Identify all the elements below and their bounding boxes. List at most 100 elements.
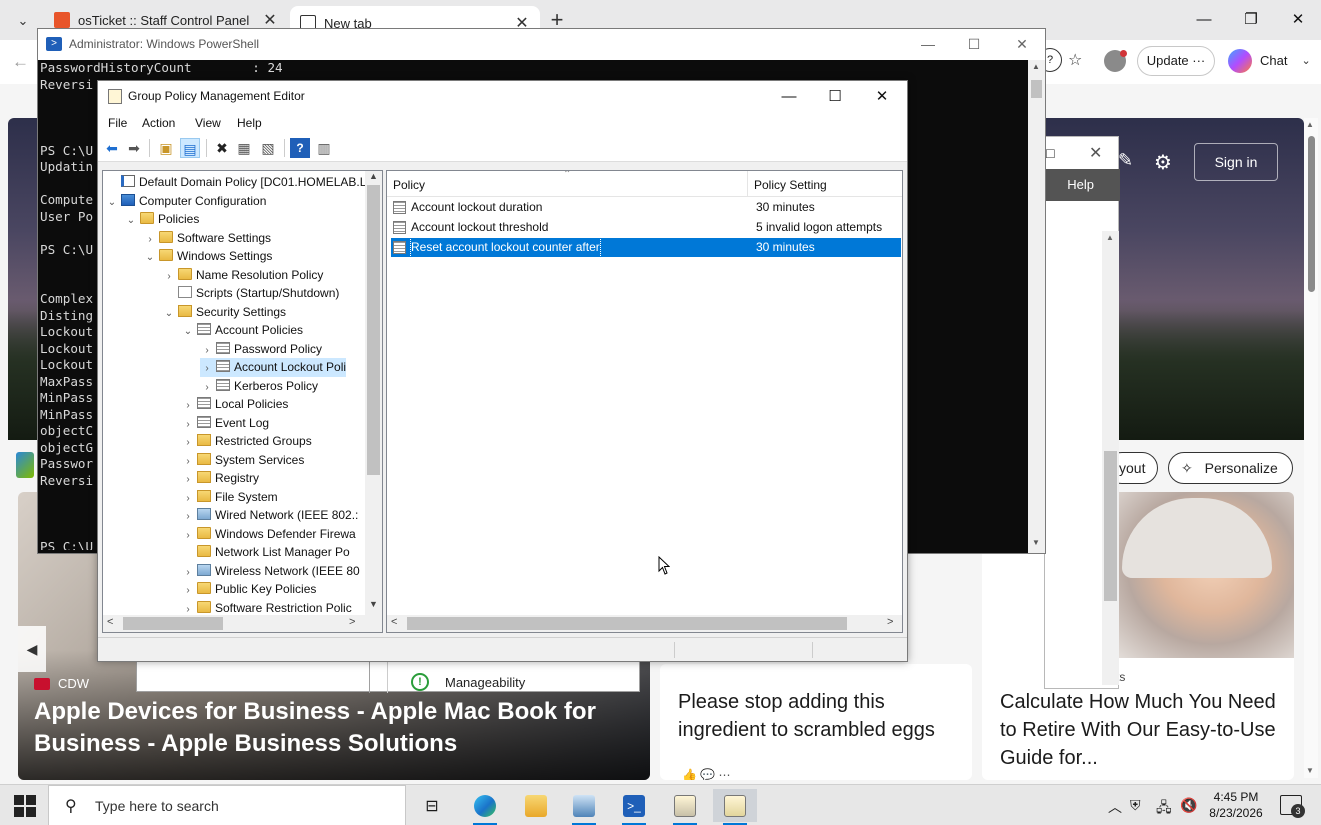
scroll-right-icon[interactable]: > [349,616,355,628]
menu-view[interactable]: View [195,116,221,130]
show-hidden-icons-chevron-icon[interactable]: ︿ [1108,797,1122,817]
scroll-up-icon[interactable]: ▲ [1032,62,1040,71]
expand-chevron-icon[interactable]: › [181,453,195,471]
back-arrow-icon[interactable]: ← [12,52,29,72]
properties-icon[interactable]: ▦ [234,138,254,158]
tree-node[interactable]: › Password Policy [200,340,322,359]
scroll-down-icon[interactable]: ▼ [1032,538,1040,547]
security-tray-icon[interactable]: ⛨ [1130,797,1141,814]
tree-node[interactable]: › Name Resolution Policy [162,266,323,285]
tree-node[interactable]: › Event Log [181,414,269,433]
group-policy-management-icon[interactable] [663,789,707,825]
browser-minimize-button[interactable]: — [1181,6,1227,34]
delete-icon[interactable]: ✖ [212,138,232,158]
task-view-icon[interactable]: ⊟ [410,789,454,822]
tree-node[interactable]: › Software Settings [143,229,271,248]
show-hide-tree-icon[interactable]: ▤ [180,138,200,158]
up-one-level-icon[interactable]: ▣ [156,138,176,158]
expand-chevron-icon[interactable]: › [181,582,195,600]
tree-node[interactable]: › Account Lockout Poli [200,358,347,378]
copilot-chat-button[interactable]: Chat ⌄ [1224,46,1319,76]
page-scrollbar[interactable]: ▲ ▼ [1304,118,1318,778]
maximize-button[interactable]: ☐ [812,84,858,110]
notification-center-icon[interactable]: 3 [1280,795,1305,818]
tree-node[interactable]: › Restricted Groups [181,432,312,451]
powershell-taskbar-icon[interactable]: >_ [612,789,656,825]
tree-node[interactable]: › Local Policies [181,395,288,414]
column-header-policy[interactable]: Policy [393,178,425,192]
help-icon[interactable]: ? [290,138,310,158]
collapse-chevron-icon[interactable]: ⌄ [143,249,157,267]
action-pane-icon[interactable]: ▥ [314,138,334,158]
maximize-button[interactable]: ☐ [958,33,990,55]
network-tray-icon[interactable]: 🖧 [1156,797,1172,821]
collapse-chevron-icon[interactable]: ⌄ [105,194,119,212]
minimize-button[interactable]: — [912,33,944,55]
tree-node[interactable]: Scripts (Startup/Shutdown) [162,284,339,303]
policy-details-pane[interactable]: Policy ⌃ Policy Setting < > Account lock… [386,170,903,633]
help-window-scrollbar[interactable]: ▲ [1102,231,1119,685]
volume-muted-icon[interactable]: 🔇 [1180,797,1197,814]
tree-node[interactable]: › File System [181,488,278,507]
export-list-icon[interactable]: ▧ [258,138,278,158]
collapse-chevron-icon[interactable]: ⌄ [124,212,138,230]
taskbar-clock[interactable]: 4:45 PM 8/23/2026 [1204,789,1268,821]
scroll-left-icon[interactable]: < [391,616,397,628]
card-headline[interactable]: Calculate How Much You Need to Retire Wi… [1000,688,1290,772]
chevron-down-icon[interactable]: ⌄ [1301,46,1310,76]
update-button[interactable]: Update ··· [1137,46,1215,76]
scroll-down-icon[interactable]: ▼ [369,599,378,609]
expand-chevron-icon[interactable]: › [181,471,195,489]
scroll-left-icon[interactable]: < [107,616,113,628]
tree-node[interactable]: › Wired Network (IEEE 802.: [181,506,358,525]
tree-node[interactable]: › Windows Defender Firewa [181,525,356,544]
settings-gear-icon[interactable]: ⚙ [1154,150,1172,175]
edge-browser-icon[interactable] [463,789,507,825]
forward-arrow-icon[interactable]: ➡ [124,138,144,158]
expand-chevron-icon[interactable]: › [200,360,214,378]
tree-node[interactable]: › Kerberos Policy [200,377,318,396]
server-manager-icon[interactable] [562,789,606,825]
msn-logo[interactable] [16,452,34,478]
expand-chevron-icon[interactable]: › [181,564,195,582]
expand-chevron-icon[interactable]: › [200,379,214,397]
back-arrow-icon[interactable]: ⬅ [102,138,122,158]
expand-chevron-icon[interactable]: › [181,416,195,434]
tree-node[interactable]: Default Domain Policy [DC01.HOMELAB.LC [105,173,375,192]
tree-horizontal-scrollbar[interactable]: < > [103,615,382,632]
news-card-eggs[interactable]: Please stop adding this ingredient to sc… [660,664,972,780]
windows-start-icon[interactable] [14,795,36,817]
scrollbar-thumb[interactable] [1308,136,1315,292]
tree-node[interactable]: › Registry [181,469,259,488]
card-headline[interactable]: Please stop adding this ingredient to sc… [678,688,968,744]
tree-vertical-scrollbar[interactable]: ▲ ▼ [365,171,382,616]
tree-node[interactable]: › Public Key Policies [181,580,316,599]
menu-file[interactable]: File [108,116,127,130]
tab-actions-chevron-icon[interactable]: ⌄ [10,10,36,32]
tree-node[interactable]: ⌄ Computer Configuration [105,192,266,211]
policy-row[interactable]: Account lockout duration 30 minutes [391,198,901,217]
tree-node[interactable]: › Wireless Network (IEEE 80 [181,562,360,581]
powershell-titlebar[interactable]: > Administrator: Windows PowerShell — ☐ … [38,29,1045,60]
personalize-button[interactable]: ✧ Personalize [1168,452,1293,484]
collapse-chevron-icon[interactable]: ⌄ [181,323,195,341]
tree-node[interactable]: ⌄ Policies [124,210,199,229]
group-policy-editor-window[interactable]: Group Policy Management Editor — ☐ ✕ Fil… [97,80,908,662]
expand-chevron-icon[interactable]: › [162,268,176,286]
scrollbar-thumb[interactable] [1031,80,1042,98]
scrollbar-thumb[interactable] [1104,451,1117,601]
close-icon[interactable]: ✕ [1089,143,1102,163]
close-button[interactable]: ✕ [859,84,905,110]
scroll-down-icon[interactable]: ▼ [1306,766,1314,775]
expand-chevron-icon[interactable]: › [181,527,195,545]
help-menu-item[interactable]: Help [1067,177,1094,192]
tree-node[interactable]: ⌄ Security Settings [162,303,286,322]
browser-restore-button[interactable]: ❐ [1228,6,1274,34]
close-tab-icon[interactable]: ✕ [262,10,278,30]
collapse-chevron-icon[interactable]: ⌄ [162,305,176,323]
scroll-right-icon[interactable]: > [887,616,893,628]
taskbar-search-box[interactable]: ⚲ Type here to search [48,785,406,825]
card-reactions-icons[interactable]: 👍 💬 ⋯ [682,768,731,780]
tree-node[interactable]: Network List Manager Po [181,543,350,562]
scrollbar-thumb[interactable] [407,617,847,630]
